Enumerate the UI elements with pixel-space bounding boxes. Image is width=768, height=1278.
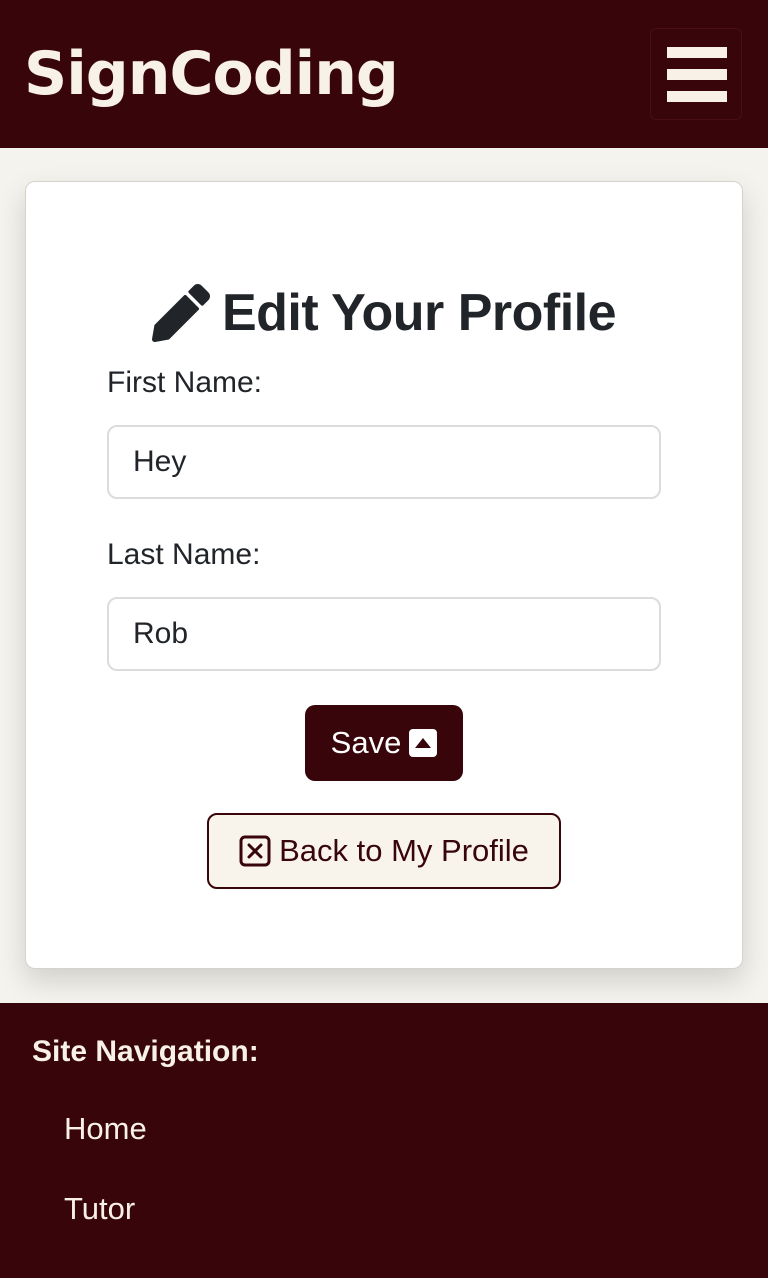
footer-link-tutor[interactable]: Tutor	[64, 1191, 135, 1227]
x-square-icon	[239, 835, 271, 867]
footer-nav-title: Site Navigation:	[32, 1035, 259, 1068]
site-footer: Site Navigation: Home Tutor	[0, 1003, 768, 1278]
caret-square-up-icon	[409, 729, 438, 757]
save-button-label: Save	[330, 725, 402, 760]
last-name-input[interactable]	[107, 597, 661, 671]
hamburger-menu-icon	[667, 91, 727, 102]
page-title: Edit Your Profile	[0, 278, 768, 348]
top-navbar: SignCoding	[0, 0, 768, 148]
brand-logo[interactable]: SignCoding	[24, 38, 399, 110]
hamburger-menu-button[interactable]	[650, 28, 742, 120]
hamburger-menu-icon	[667, 47, 727, 58]
page-title-text: Edit Your Profile	[221, 284, 617, 342]
first-name-label: First Name:	[107, 366, 263, 399]
save-button[interactable]: Save	[305, 705, 463, 781]
back-to-profile-button[interactable]: Back to My Profile	[207, 813, 561, 889]
back-button-label: Back to My Profile	[279, 833, 529, 868]
pencil-icon	[151, 284, 210, 342]
last-name-label: Last Name:	[107, 538, 261, 571]
first-name-input[interactable]	[107, 425, 661, 499]
hamburger-menu-icon	[667, 69, 727, 80]
footer-link-home[interactable]: Home	[64, 1111, 147, 1147]
